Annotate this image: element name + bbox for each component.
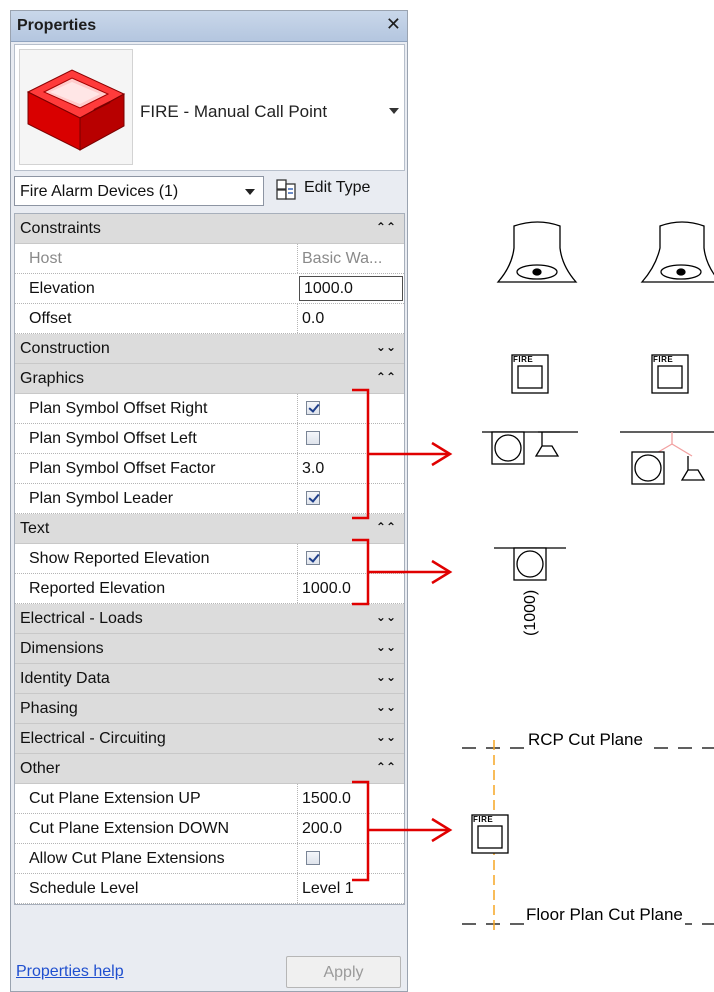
fire-text: FIRE [473, 815, 494, 824]
sounder-symbol-2 [640, 221, 714, 283]
text-bracket [352, 538, 370, 606]
rcp-cut-plane-label: RCP Cut Plane [526, 730, 645, 750]
offset-leader-symbols [631, 451, 706, 485]
graphics-bracket [352, 388, 370, 520]
fire-text: FIRE [653, 355, 674, 364]
diagram-drawing [462, 221, 714, 935]
reported-elevation-symbol [513, 547, 547, 581]
fire-text: FIRE [513, 355, 534, 364]
offset-right-symbols [491, 431, 560, 465]
floor-plan-cut-plane-label: Floor Plan Cut Plane [524, 905, 685, 925]
sounder-symbol-1 [496, 221, 578, 283]
symbol-diagram: FIRE FIRE FIRE (1000) RCP Cut Plane Floo… [410, 0, 714, 992]
elevation-tag: (1000) [522, 589, 539, 636]
other-bracket [352, 780, 370, 882]
